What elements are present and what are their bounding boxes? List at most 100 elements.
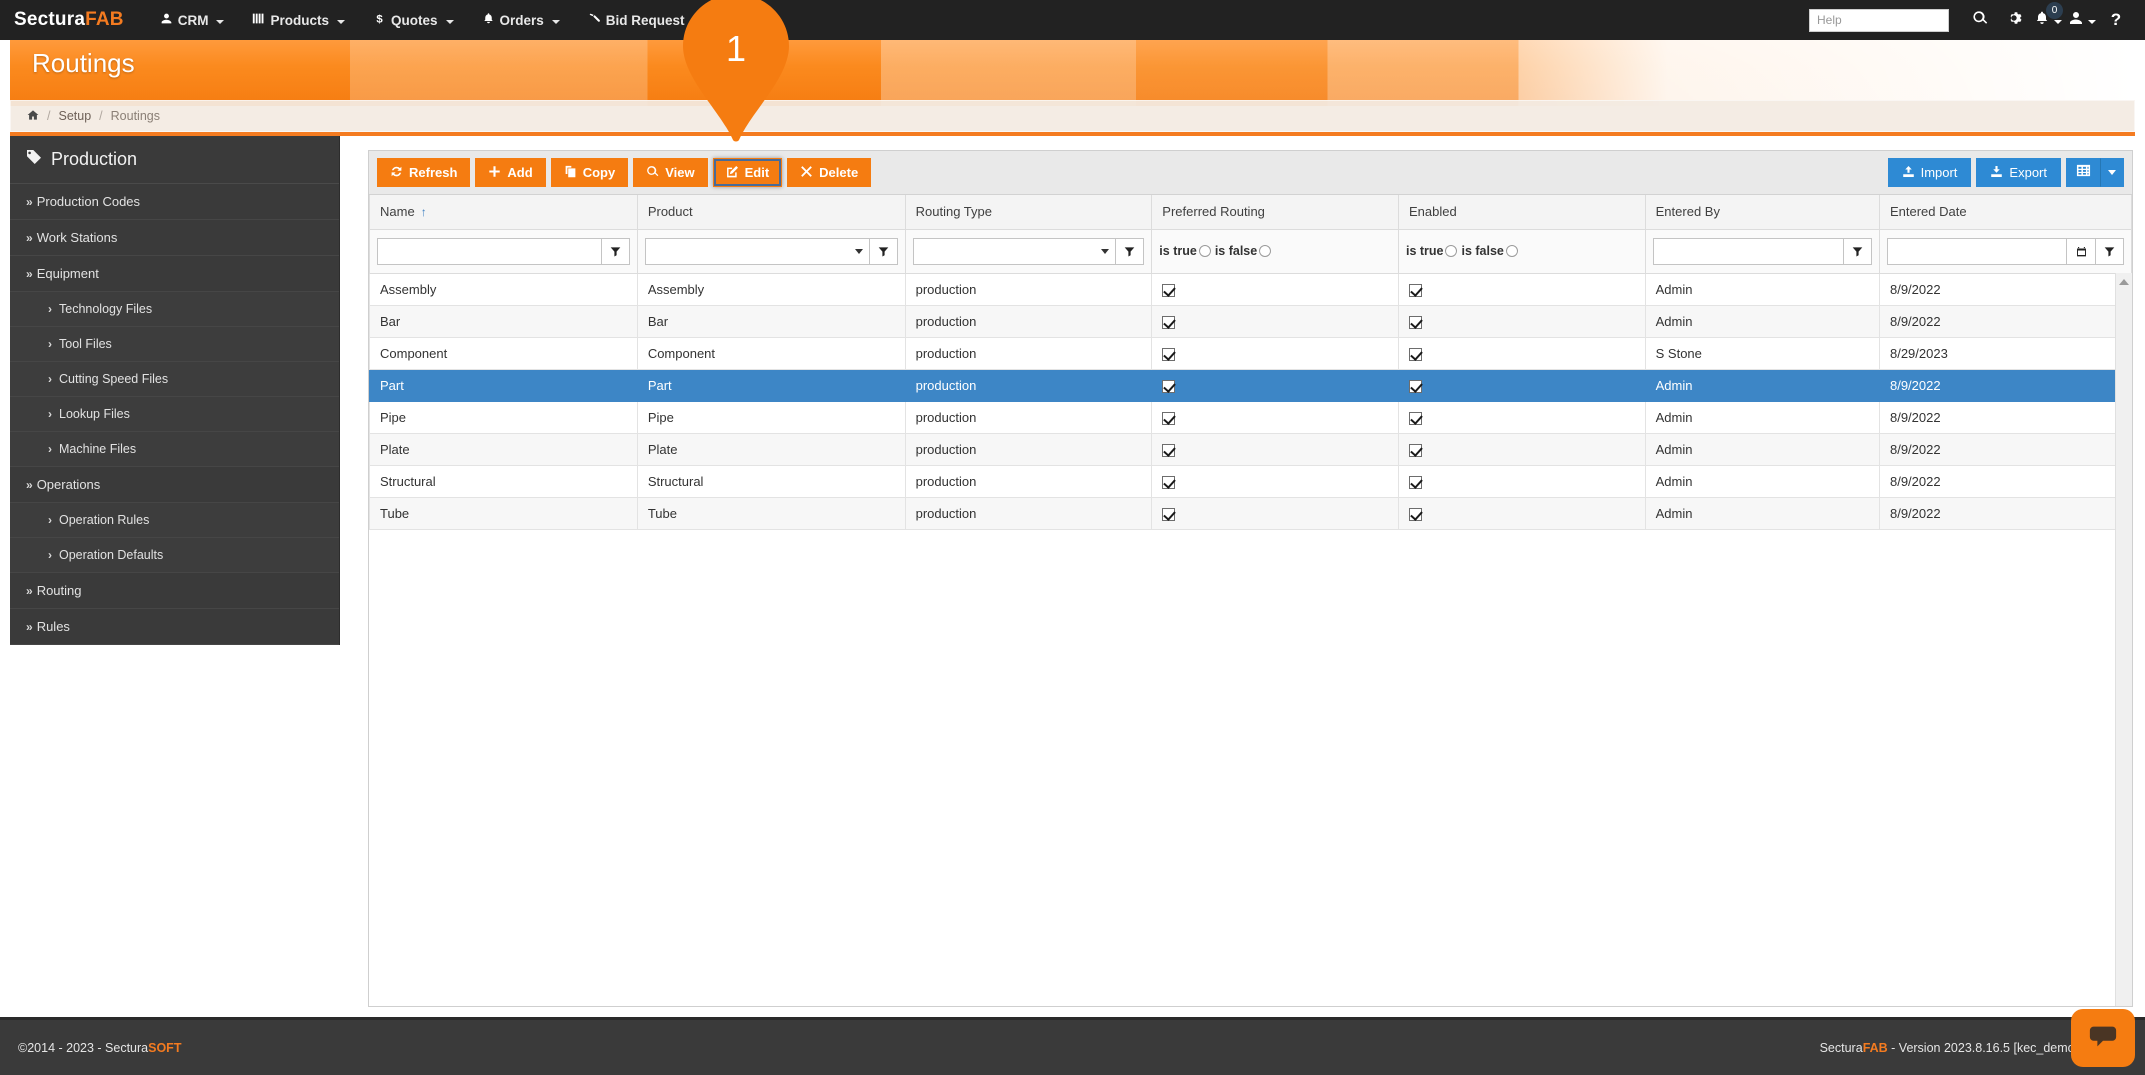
checkbox-checked-icon	[1409, 412, 1422, 425]
cell-entered-by: Admin	[1645, 401, 1879, 433]
sidebar-item-label: Rules	[37, 619, 70, 634]
sidebar-item-production-codes[interactable]: »Production Codes	[10, 184, 339, 220]
sidebar-item-rules[interactable]: »Rules	[10, 609, 339, 645]
filter-menu-button[interactable]	[601, 238, 630, 265]
copy-label: Copy	[583, 165, 616, 180]
scroll-up-arrow-icon[interactable]	[2119, 279, 2129, 285]
filter-radio-is-false[interactable]: is false	[1215, 244, 1275, 258]
cell-enabled[interactable]	[1398, 465, 1645, 497]
copy-button[interactable]: Copy	[551, 158, 629, 187]
filter-menu-button[interactable]	[1115, 238, 1144, 265]
table-row[interactable]: BarBarproductionAdmin8/9/2022	[370, 305, 2132, 337]
cell-preferred-routing[interactable]	[1152, 273, 1399, 305]
table-grid-icon-button[interactable]	[2066, 158, 2100, 187]
sidebar-item-machine-files[interactable]: ›Machine Files	[10, 432, 339, 467]
brand-logo[interactable]: SecturaFAB	[14, 9, 124, 31]
cell-preferred-routing[interactable]	[1152, 401, 1399, 433]
cell-preferred-routing[interactable]	[1152, 337, 1399, 369]
sidebar-item-tool-files[interactable]: ›Tool Files	[10, 327, 339, 362]
cell-enabled[interactable]	[1398, 369, 1645, 401]
nav-item-products[interactable]: Products	[238, 0, 359, 40]
table-row[interactable]: TubeTubeproductionAdmin8/9/2022	[370, 497, 2132, 529]
filter-menu-button[interactable]	[1843, 238, 1872, 265]
filter-menu-button[interactable]	[869, 238, 898, 265]
column-header-product[interactable]: Product	[637, 195, 905, 229]
column-header-entered-by[interactable]: Entered By	[1645, 195, 1879, 229]
cell-enabled[interactable]	[1398, 497, 1645, 529]
search-button[interactable]	[1963, 0, 1997, 40]
delete-button[interactable]: Delete	[787, 158, 871, 187]
add-button[interactable]: Add	[475, 158, 545, 187]
help-button[interactable]: ?	[2099, 0, 2133, 40]
cell-preferred-routing[interactable]	[1152, 305, 1399, 337]
filter-select[interactable]	[645, 238, 869, 265]
cell-preferred-routing[interactable]	[1152, 497, 1399, 529]
cell-enabled[interactable]	[1398, 401, 1645, 433]
table-row[interactable]: ComponentComponentproductionS Stone8/29/…	[370, 337, 2132, 369]
sidebar-item-operation-defaults[interactable]: ›Operation Defaults	[10, 538, 339, 573]
filter-select[interactable]	[913, 238, 1116, 265]
cell-preferred-routing[interactable]	[1152, 369, 1399, 401]
sidebar-item-lookup-files[interactable]: ›Lookup Files	[10, 397, 339, 432]
sidebar-item-routing[interactable]: »Routing	[10, 573, 339, 609]
footer-copyright-prefix: ©2014 - 2023 - Sectura	[18, 1041, 148, 1055]
nav-item-label: Quotes	[391, 13, 438, 28]
nav-item-crm[interactable]: CRM	[146, 0, 239, 40]
view-button[interactable]: View	[633, 158, 707, 187]
help-search-input[interactable]: Help	[1809, 9, 1949, 32]
export-button[interactable]: Export	[1976, 158, 2061, 187]
import-button[interactable]: Import	[1888, 158, 1972, 187]
filter-input[interactable]	[1653, 238, 1843, 265]
user-menu-button[interactable]	[2065, 0, 2099, 40]
nav-item-quotes[interactable]: $ Quotes	[359, 0, 468, 40]
table-row[interactable]: PartPartproductionAdmin8/9/2022	[370, 369, 2132, 401]
table-row[interactable]: StructuralStructuralproductionAdmin8/9/2…	[370, 465, 2132, 497]
cell-routing-type: production	[905, 433, 1152, 465]
nav-item-orders[interactable]: Orders	[468, 0, 574, 40]
home-icon[interactable]	[27, 109, 39, 124]
sidebar-item-cutting-speed-files[interactable]: ›Cutting Speed Files	[10, 362, 339, 397]
brand-suffix: FAB	[85, 9, 124, 30]
nav-item-bid-request[interactable]: Bid Request	[574, 0, 715, 40]
settings-button[interactable]	[1997, 0, 2031, 40]
column-header-name[interactable]: Name↑	[370, 195, 638, 229]
column-header-routing-type[interactable]: Routing Type	[905, 195, 1152, 229]
cell-enabled[interactable]	[1398, 433, 1645, 465]
filter-radio-is-true[interactable]: is true	[1406, 244, 1462, 258]
table-row[interactable]: PipePipeproductionAdmin8/9/2022	[370, 401, 2132, 433]
page-footer: ©2014 - 2023 - SecturaSOFT SecturaFAB - …	[0, 1017, 2145, 1075]
sidebar-item-operation-rules[interactable]: ›Operation Rules	[10, 503, 339, 538]
grid-vertical-scrollbar[interactable]	[2115, 273, 2132, 1006]
cell-entered-date: 8/9/2022	[1879, 497, 2131, 529]
column-header-entered-date[interactable]: Entered Date	[1879, 195, 2131, 229]
chat-widget-button[interactable]	[2071, 1009, 2135, 1067]
sidebar-item-operations[interactable]: »Operations	[10, 467, 339, 503]
breadcrumb-setup[interactable]: Setup	[58, 109, 91, 123]
cell-enabled[interactable]	[1398, 305, 1645, 337]
chevron-down-icon	[337, 20, 345, 24]
column-chooser-caret[interactable]	[2100, 158, 2124, 187]
cell-preferred-routing[interactable]	[1152, 433, 1399, 465]
sidebar-item-work-stations[interactable]: »Work Stations	[10, 220, 339, 256]
filter-input[interactable]	[377, 238, 601, 265]
pencil-square-icon	[726, 165, 739, 181]
filter-radio-is-false[interactable]: is false	[1461, 244, 1521, 258]
filter-radio-is-true[interactable]: is true	[1159, 244, 1215, 258]
checkbox-checked-icon	[1409, 284, 1422, 297]
column-header-preferred-routing[interactable]: Preferred Routing	[1152, 195, 1399, 229]
filter-menu-button[interactable]	[2095, 238, 2124, 265]
table-row[interactable]: PlatePlateproductionAdmin8/9/2022	[370, 433, 2132, 465]
edit-button[interactable]: Edit	[713, 158, 783, 187]
sidebar-item-technology-files[interactable]: ›Technology Files	[10, 292, 339, 327]
cell-preferred-routing[interactable]	[1152, 465, 1399, 497]
refresh-button[interactable]: Refresh	[377, 158, 470, 187]
cell-enabled[interactable]	[1398, 337, 1645, 369]
filter-cell-entered-by	[1645, 229, 1879, 273]
filter-input[interactable]	[1887, 238, 2066, 265]
calendar-picker-button[interactable]	[2066, 238, 2095, 265]
notifications-button[interactable]: 0	[2031, 0, 2065, 40]
cell-enabled[interactable]	[1398, 273, 1645, 305]
column-header-enabled[interactable]: Enabled	[1398, 195, 1645, 229]
table-row[interactable]: AssemblyAssemblyproductionAdmin8/9/2022	[370, 273, 2132, 305]
sidebar-item-equipment[interactable]: »Equipment	[10, 256, 339, 292]
